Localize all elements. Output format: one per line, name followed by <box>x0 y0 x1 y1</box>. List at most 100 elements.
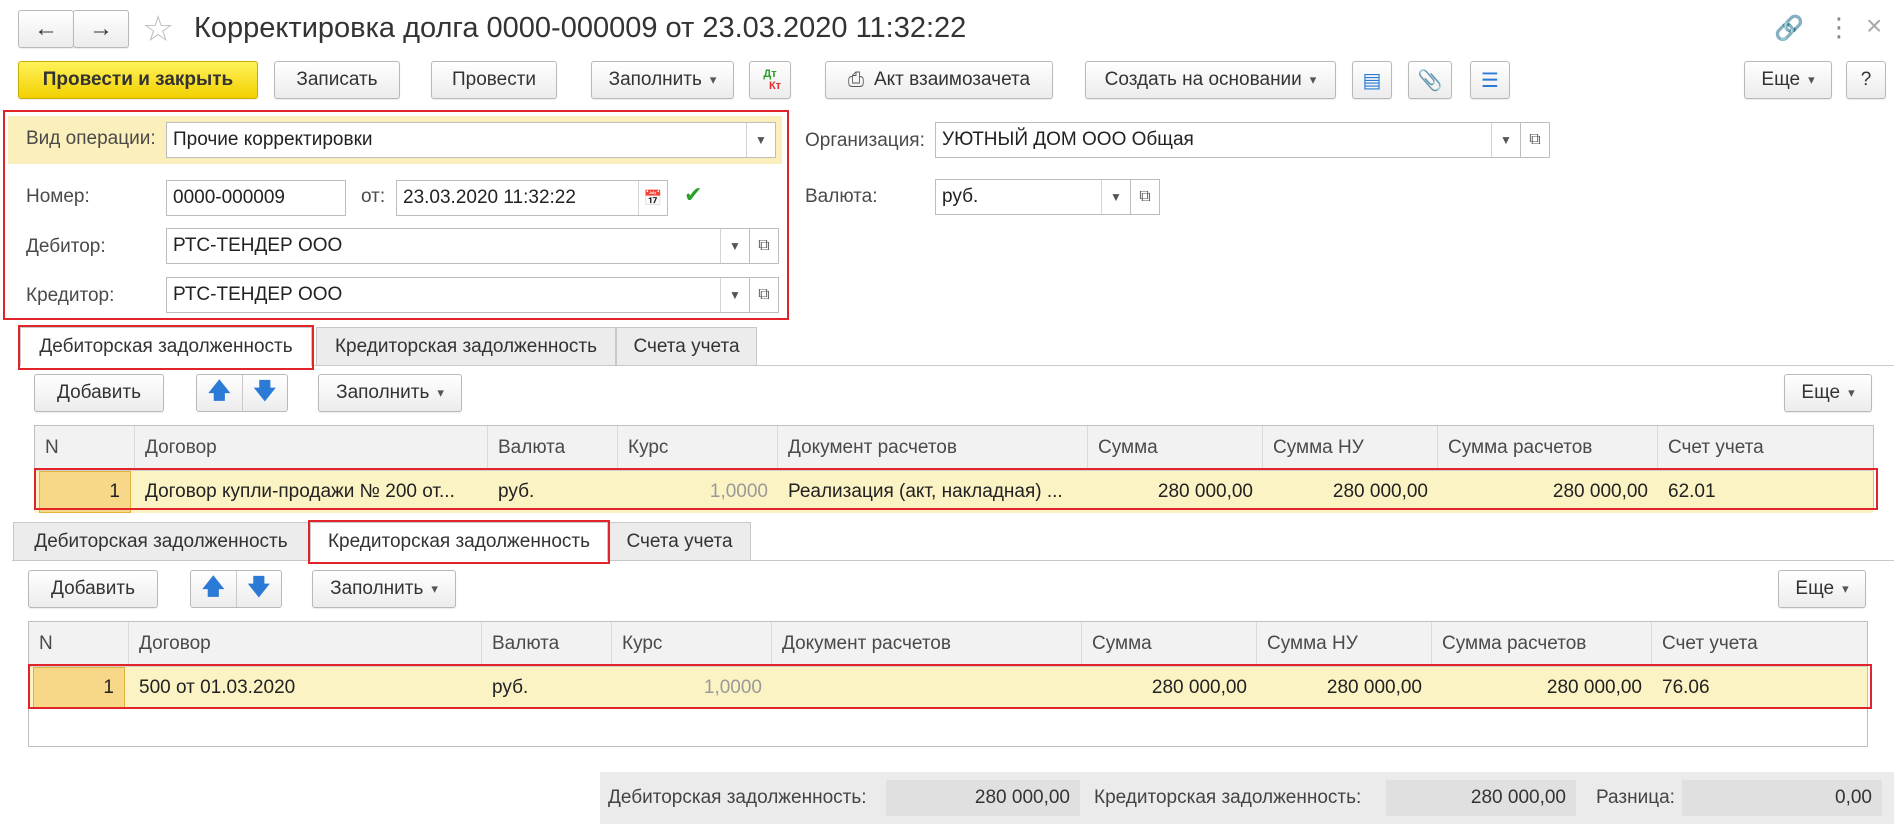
more-button[interactable]: Еще <box>1744 61 1832 99</box>
debit-table: N Договор Валюта Курс Документ расчетов … <box>34 425 1874 513</box>
tabs-2-baseline <box>12 560 1894 561</box>
attach-file-button[interactable]: 📎 <box>1408 61 1452 99</box>
date-label: от: <box>361 186 386 207</box>
post-and-close-button[interactable]: Провести и закрыть <box>18 61 258 99</box>
col-rate: Курс <box>618 426 778 470</box>
tab-credit-1[interactable]: Кредиторская задолженность <box>316 327 616 365</box>
currency-select[interactable]: руб. ▼ <box>935 179 1131 215</box>
cell-rate[interactable]: 1,0000 <box>612 667 772 709</box>
cell-sum-nu[interactable]: 280 000,00 <box>1257 667 1432 709</box>
fill-table-button-2[interactable]: Заполнить <box>312 570 456 608</box>
structure-button[interactable]: ▤ <box>1352 61 1392 99</box>
operation-label: Вид операции: <box>26 128 156 149</box>
cell-sum-nu[interactable]: 280 000,00 <box>1263 471 1438 513</box>
number-label: Номер: <box>26 186 90 207</box>
operation-select[interactable]: Прочие корректировки ▼ <box>166 122 776 158</box>
tab-accounts-1[interactable]: Счета учета <box>616 327 757 365</box>
more-table-button-1[interactable]: Еще <box>1784 374 1872 412</box>
window-title: Корректировка долга 0000-000009 от 23.03… <box>194 12 967 44</box>
save-button[interactable]: Записать <box>274 61 400 99</box>
cell-doc[interactable] <box>772 667 1082 709</box>
tab-debit-2[interactable]: Дебиторская задолженность <box>13 522 309 560</box>
col-sum: Сумма <box>1082 622 1257 666</box>
list-report-icon: ☰ <box>1481 69 1499 92</box>
post-button[interactable]: Провести <box>431 61 557 99</box>
total-debit-label: Дебиторская задолженность: <box>608 787 867 808</box>
move-buttons-2[interactable]: 🡅 🡇 <box>190 570 282 608</box>
chevron-down-icon[interactable]: ▼ <box>720 229 749 263</box>
table-row[interactable]: 1 500 от 01.03.2020 руб. 1,0000 280 000,… <box>29 667 1867 709</box>
chevron-down-icon[interactable]: ▼ <box>1491 123 1520 157</box>
tab-accounts-2[interactable]: Счета учета <box>608 522 751 560</box>
col-currency: Валюта <box>482 622 612 666</box>
total-credit-label: Кредиторская задолженность: <box>1094 787 1362 808</box>
offset-act-button[interactable]: ⎙ Акт взаимозачета <box>825 61 1053 99</box>
total-debit-value: 280 000,00 <box>886 780 1080 816</box>
calendar-icon[interactable]: 📅 <box>638 181 667 215</box>
cell-sum[interactable]: 280 000,00 <box>1082 667 1257 709</box>
cell-account[interactable]: 62.01 <box>1658 471 1875 513</box>
table-row[interactable]: 1 Договор купли-продажи № 200 от... руб.… <box>35 471 1873 513</box>
arrow-down-icon[interactable]: 🡇 <box>241 375 288 411</box>
debtor-select[interactable]: РТС-ТЕНДЕР ООО ▼ <box>166 228 750 264</box>
add-row-button-1[interactable]: Добавить <box>34 374 164 412</box>
col-sum-calc: Сумма расчетов <box>1432 622 1652 666</box>
cell-rate[interactable]: 1,0000 <box>618 471 778 513</box>
col-contract: Договор <box>135 426 488 470</box>
forward-button[interactable]: → <box>73 10 129 48</box>
open-currency-icon[interactable]: ⧉ <box>1130 179 1160 215</box>
tab-debit-1[interactable]: Дебиторская задолженность <box>20 327 312 366</box>
back-button[interactable]: ← <box>18 10 74 48</box>
fill-dropdown-button[interactable]: Заполнить <box>591 61 734 99</box>
date-input[interactable]: 23.03.2020 11:32:22 📅 <box>396 180 668 216</box>
kebab-menu-icon[interactable]: ⋮ <box>1826 12 1852 43</box>
more-table-button-2[interactable]: Еще <box>1778 570 1866 608</box>
open-debtor-icon[interactable]: ⧉ <box>749 228 779 264</box>
number-input[interactable]: 0000-000009 <box>166 180 346 216</box>
cell-contract[interactable]: Договор купли-продажи № 200 от... <box>135 471 488 513</box>
difference-label: Разница: <box>1596 787 1675 808</box>
printer-icon: ⎙ <box>847 68 864 91</box>
organization-label: Организация: <box>805 130 925 151</box>
chevron-down-icon[interactable]: ▼ <box>746 123 775 157</box>
cell-account[interactable]: 76.06 <box>1652 667 1869 709</box>
create-based-on-button[interactable]: Создать на основании <box>1085 61 1336 99</box>
fill-table-button-1[interactable]: Заполнить <box>318 374 462 412</box>
cell-sum[interactable]: 280 000,00 <box>1088 471 1263 513</box>
cell-sum-calc[interactable]: 280 000,00 <box>1438 471 1658 513</box>
cell-currency[interactable]: руб. <box>482 667 612 709</box>
col-sum: Сумма <box>1088 426 1263 470</box>
organization-select[interactable]: УЮТНЫЙ ДОМ ООО Общая ▼ <box>935 122 1521 158</box>
dt-kt-button[interactable]: Дт Кт <box>749 61 791 99</box>
close-icon[interactable]: × <box>1866 10 1882 42</box>
link-icon[interactable]: 🔗 <box>1774 14 1804 43</box>
col-contract: Договор <box>129 622 482 666</box>
add-row-button-2[interactable]: Добавить <box>28 570 158 608</box>
cell-sum-calc[interactable]: 280 000,00 <box>1432 667 1652 709</box>
arrow-up-icon[interactable]: 🡅 <box>197 375 242 411</box>
debtor-label: Дебитор: <box>26 236 106 257</box>
cell-n[interactable]: 1 <box>39 471 131 513</box>
currency-label: Валюта: <box>805 186 878 207</box>
open-organization-icon[interactable]: ⧉ <box>1520 122 1550 158</box>
arrow-up-icon[interactable]: 🡅 <box>191 571 236 607</box>
report-button[interactable]: ☰ <box>1470 61 1510 99</box>
chevron-down-icon[interactable]: ▼ <box>1101 180 1130 214</box>
cell-doc[interactable]: Реализация (акт, накладная) ... <box>778 471 1088 513</box>
creditor-select[interactable]: РТС-ТЕНДЕР ООО ▼ <box>166 277 750 313</box>
col-sum-nu: Сумма НУ <box>1257 622 1432 666</box>
tab-credit-2[interactable]: Кредиторская задолженность <box>310 522 608 561</box>
col-n: N <box>29 622 129 666</box>
status-check-icon[interactable]: ✔ <box>684 182 702 208</box>
favorite-star-icon[interactable]: ☆ <box>142 8 174 50</box>
col-account: Счет учета <box>1668 437 1764 458</box>
chevron-down-icon[interactable]: ▼ <box>720 278 749 312</box>
arrow-down-icon[interactable]: 🡇 <box>235 571 282 607</box>
move-buttons-1[interactable]: 🡅 🡇 <box>196 374 288 412</box>
open-creditor-icon[interactable]: ⧉ <box>749 277 779 313</box>
cell-currency[interactable]: руб. <box>488 471 618 513</box>
cell-contract[interactable]: 500 от 01.03.2020 <box>129 667 482 709</box>
cell-n[interactable]: 1 <box>33 667 125 709</box>
col-sum-nu: Сумма НУ <box>1263 426 1438 470</box>
help-button[interactable]: ? <box>1846 61 1886 99</box>
